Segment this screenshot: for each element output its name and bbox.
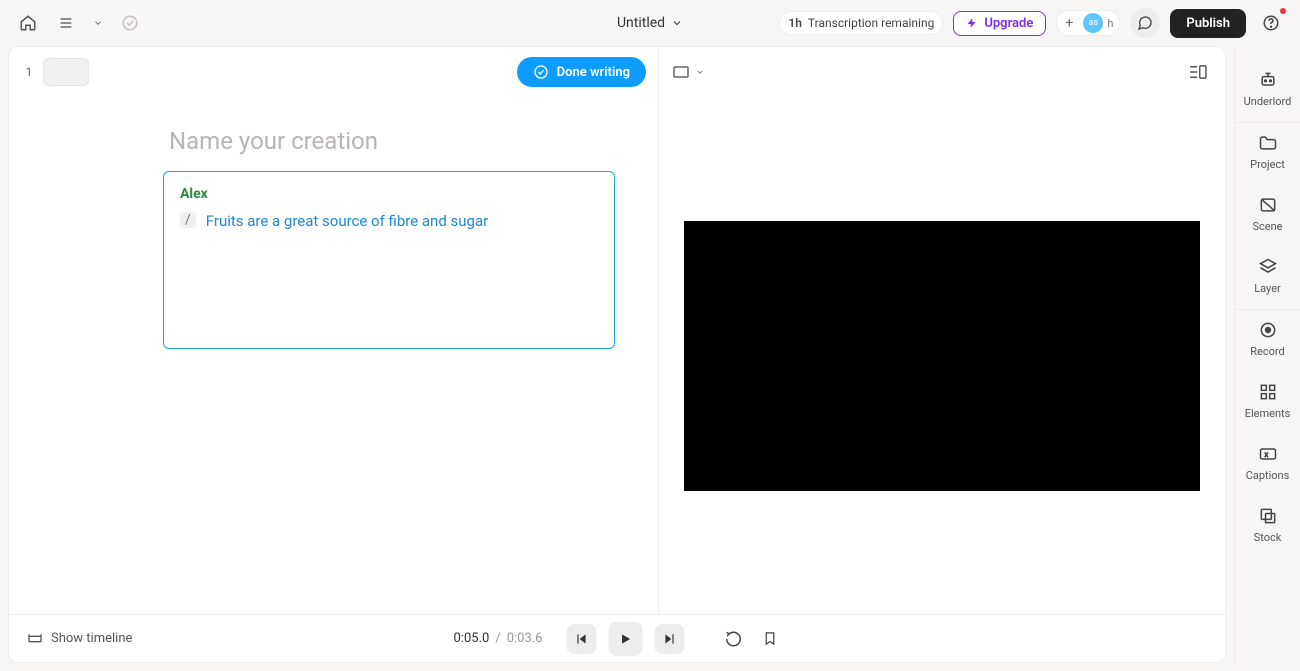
workspace: 1 Done writing Name your creation Alex /…: [8, 46, 1226, 663]
rail-elements[interactable]: Elements: [1235, 372, 1300, 434]
loop-button[interactable]: [723, 628, 745, 650]
layout-toggle[interactable]: [1185, 59, 1211, 85]
rail-scene[interactable]: Scene: [1235, 185, 1300, 247]
outline-menu-icon[interactable]: [52, 9, 80, 37]
upgrade-label: Upgrade: [984, 16, 1033, 31]
bolt-icon: [966, 17, 978, 29]
right-rail: Underlord Project Scene Layer Record Ele…: [1234, 46, 1300, 663]
skip-forward-icon: [663, 632, 677, 646]
document-title-text: Untitled: [617, 15, 665, 31]
collaborators[interactable]: + as h: [1056, 10, 1120, 36]
check-circle-icon: [533, 64, 549, 80]
timeline-icon: [27, 631, 43, 647]
layers-icon: [1258, 257, 1278, 277]
avatar: as: [1083, 13, 1103, 33]
comments-button[interactable]: [1130, 8, 1160, 38]
speaker-label[interactable]: Alex: [180, 186, 598, 202]
bookmark-icon: [762, 630, 777, 647]
slash-marker[interactable]: /: [180, 212, 196, 228]
rail-record[interactable]: Record: [1235, 310, 1300, 372]
rail-stock[interactable]: Stock: [1235, 496, 1300, 558]
upgrade-button[interactable]: Upgrade: [953, 11, 1046, 36]
outline-chevron-icon[interactable]: [90, 9, 106, 37]
chevron-down-icon: [671, 17, 683, 29]
aspect-ratio-selector[interactable]: [673, 66, 705, 78]
done-writing-label: Done writing: [557, 65, 630, 80]
notification-dot: [1280, 8, 1286, 14]
next-button[interactable]: [655, 624, 685, 654]
time-sep: /: [495, 631, 500, 646]
script-block[interactable]: Alex / Fruits are a great source of fibr…: [163, 171, 615, 349]
show-timeline-button[interactable]: Show timeline: [27, 631, 132, 647]
bottom-bar: Show timeline 0:05.0 / 0:03.6: [9, 614, 1225, 662]
project-title-placeholder[interactable]: Name your creation: [9, 97, 658, 171]
record-icon: [1258, 320, 1278, 340]
home-icon[interactable]: [14, 9, 42, 37]
sync-status-icon: [116, 9, 144, 37]
publish-button[interactable]: Publish: [1170, 9, 1246, 38]
video-preview[interactable]: [684, 221, 1200, 491]
folder-icon: [1258, 133, 1278, 153]
skip-back-icon: [575, 632, 589, 646]
script-pane: 1 Done writing Name your creation Alex /…: [9, 47, 659, 614]
scene-number: 1: [21, 65, 37, 79]
transcription-hours: 1h: [788, 16, 802, 30]
add-collaborator-icon[interactable]: +: [1059, 13, 1079, 33]
duration: 0:03.6: [507, 631, 543, 646]
play-icon: [619, 632, 633, 646]
rail-project[interactable]: Project: [1235, 123, 1300, 185]
aspect-rect-icon: [673, 66, 689, 78]
current-time: 0:05.0: [454, 631, 490, 646]
rail-layer[interactable]: Layer: [1235, 247, 1300, 310]
rail-underlord[interactable]: Underlord: [1235, 60, 1300, 123]
layout-icon: [1189, 65, 1207, 79]
time-readout: 0:05.0 / 0:03.6: [454, 631, 543, 646]
scene-thumbnail[interactable]: [43, 58, 89, 86]
loop-icon: [725, 630, 743, 648]
play-button[interactable]: [609, 622, 643, 656]
help-icon: [1262, 14, 1280, 32]
elements-icon: [1258, 382, 1278, 402]
scene-icon: [1258, 195, 1278, 215]
document-title[interactable]: Untitled: [617, 15, 683, 31]
captions-icon: [1258, 444, 1278, 464]
stock-icon: [1258, 506, 1278, 526]
preview-pane: [659, 47, 1225, 614]
chat-icon: [1137, 15, 1153, 31]
transcription-remaining: 1h Transcription remaining: [779, 11, 943, 35]
prev-button[interactable]: [567, 624, 597, 654]
chevron-down-icon: [695, 67, 705, 77]
bookmark-button[interactable]: [759, 628, 781, 650]
transcription-label: Transcription remaining: [808, 16, 934, 30]
rail-captions[interactable]: Captions: [1235, 434, 1300, 496]
script-text[interactable]: Fruits are a great source of fibre and s…: [206, 212, 488, 230]
avatar-suffix: h: [1107, 17, 1113, 30]
robot-icon: [1258, 70, 1278, 90]
show-timeline-label: Show timeline: [51, 631, 132, 646]
done-writing-button[interactable]: Done writing: [517, 57, 646, 87]
